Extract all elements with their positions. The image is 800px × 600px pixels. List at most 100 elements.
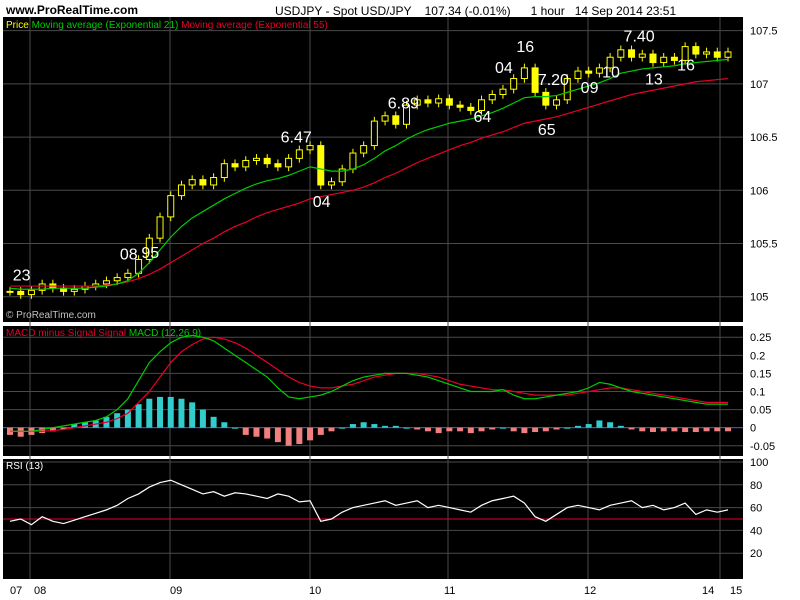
macd-tick-label: 0 — [750, 423, 756, 435]
macd-hist-bar — [199, 409, 206, 428]
price-candle — [724, 51, 732, 58]
macd-hist-bar — [671, 427, 678, 432]
legend-price: Price — [6, 20, 29, 31]
macd-hist-bar — [564, 427, 571, 429]
watermark: © ProRealTime.com — [6, 310, 96, 321]
macd-hist-bar — [114, 413, 121, 428]
price-candle — [628, 49, 636, 58]
macd-hist-bar — [274, 427, 281, 443]
price-annotation: 13 — [645, 72, 663, 89]
price-candle — [520, 67, 528, 80]
macd-hist-bar — [360, 422, 367, 428]
price-annotation: 16 — [677, 58, 695, 75]
macd-hist-bar — [264, 427, 271, 439]
price-candle — [210, 177, 218, 186]
macd-legend: MACD minus Signal Signal MACD (12,26,9) — [6, 328, 201, 339]
price-candle — [6, 290, 14, 293]
macd-hist-bar — [17, 427, 24, 437]
macd-hist-bar — [135, 404, 142, 428]
price-candle — [703, 51, 711, 55]
rsi-tick-label: 40 — [750, 525, 762, 537]
price-candle — [392, 115, 400, 125]
legend-ema21: Moving average (Exponential 21) — [31, 20, 179, 31]
price-candle — [274, 163, 282, 168]
price-candle — [220, 163, 228, 179]
price-annotation: 09 — [581, 80, 599, 97]
macd-hist-bar — [167, 396, 174, 428]
price-candle — [17, 290, 25, 296]
macd-hist-bar — [392, 425, 399, 428]
x-tick-label: 09 — [170, 585, 182, 597]
price-candle — [252, 157, 260, 161]
price-candle — [199, 179, 207, 186]
legend-ema55: Moving average (Exponential 55) — [181, 20, 328, 31]
price-candle — [488, 94, 496, 101]
price-candle — [360, 145, 368, 154]
macd-hist-bar — [285, 427, 292, 446]
macd-hist-bar — [628, 427, 635, 430]
price-annotation: 23 — [13, 268, 31, 285]
macd-hist-bar — [467, 427, 474, 434]
price-candle — [381, 115, 389, 122]
macd-hist-bar — [328, 427, 335, 432]
price-annotation: 04 — [313, 194, 331, 211]
x-tick-label: 14 — [702, 585, 714, 597]
price-candle — [113, 277, 121, 282]
macd-hist-bar — [382, 425, 389, 428]
price-tick-label: 105 — [750, 292, 768, 304]
macd-tick-label: -0.05 — [750, 441, 775, 453]
macd-hist-bar — [296, 427, 303, 444]
price-candle — [542, 91, 550, 106]
x-tick-label: 10 — [309, 585, 321, 597]
price-candle — [124, 272, 132, 279]
price-candle — [177, 184, 185, 197]
price-candle — [660, 56, 668, 64]
price-panel — [3, 17, 743, 322]
macd-hist-bar — [725, 427, 731, 432]
macd-hist-bar — [414, 427, 421, 430]
macd-hist-bar — [339, 427, 346, 429]
macd-hist-bar — [317, 427, 324, 435]
price-candle — [70, 288, 78, 292]
macd-hist-bar — [478, 427, 485, 432]
macd-hist-bar — [242, 427, 249, 435]
macd-hist-bar — [124, 409, 131, 428]
macd-hist-bar — [189, 402, 196, 428]
price-candle — [499, 88, 507, 96]
price-candle — [692, 46, 700, 55]
price-candle — [370, 120, 378, 147]
price-candle — [188, 179, 196, 186]
price-candle — [295, 149, 303, 159]
price-candle — [317, 145, 325, 186]
macd-hist-bar — [692, 427, 699, 433]
price-candle — [27, 289, 35, 296]
macd-tick-label: 0.05 — [750, 405, 771, 417]
price-candle — [349, 152, 357, 170]
price-candle — [585, 70, 593, 74]
chart-canvas: 2308 956.47046.896404167.2065097.4010 1316… — [3, 17, 778, 597]
macd-hist-bar — [510, 427, 517, 432]
macd-hist-bar — [532, 427, 539, 433]
price-candle — [649, 53, 657, 64]
x-tick-label: 15 — [730, 585, 742, 597]
price-annotation: 64 — [474, 109, 492, 126]
price-annotation: 6.89 — [388, 95, 419, 112]
macd-hist-bar — [499, 427, 506, 429]
macd-tick-label: 0.2 — [750, 350, 765, 362]
macd-tick-label: 0.25 — [750, 332, 771, 344]
price-tick-label: 106.5 — [750, 132, 778, 144]
price-annotation: 08 — [120, 246, 138, 263]
price-candle — [435, 98, 443, 104]
macd-hist-bar — [210, 416, 217, 428]
macd-hist-bar — [446, 427, 453, 432]
price-candle — [156, 216, 164, 239]
macd-hist-bar — [703, 427, 710, 432]
legend-macd: MACD (12,26,9) — [128, 328, 202, 339]
price-candle — [713, 51, 721, 58]
macd-hist-bar — [221, 422, 228, 428]
macd-hist-bar — [178, 398, 185, 428]
price-annotation: 7.20 — [538, 72, 569, 89]
rsi-tick-label: 100 — [750, 457, 768, 469]
price-tick-label: 107 — [750, 79, 768, 91]
macd-hist-bar — [424, 427, 431, 432]
